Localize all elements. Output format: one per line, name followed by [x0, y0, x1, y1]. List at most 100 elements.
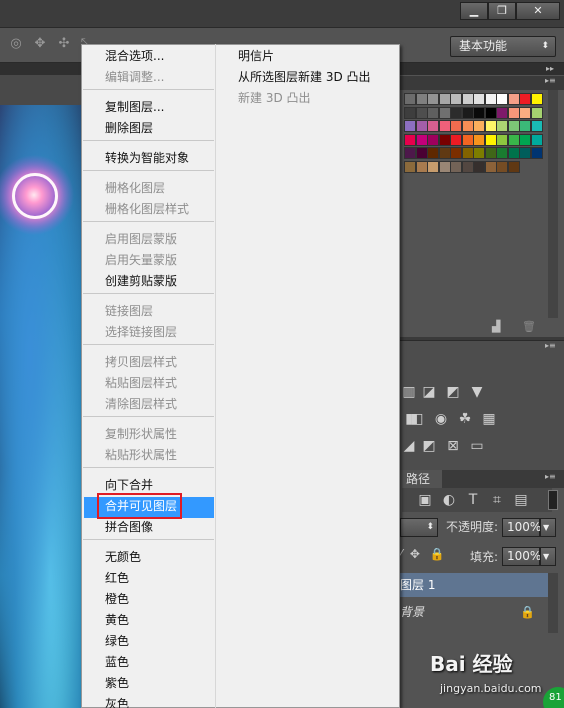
menu-item-3d[interactable]: 新建 3D 凸出 [238, 88, 311, 109]
document-canvas[interactable] [0, 105, 82, 708]
menu-item[interactable]: 创建剪贴蒙版 [105, 271, 213, 292]
color-swatch[interactable] [438, 120, 451, 132]
menu-item[interactable]: 选择链接图层 [105, 322, 213, 343]
color-swatch[interactable] [530, 133, 543, 146]
exposure-icon[interactable]: ◩ [444, 384, 462, 400]
menu-item[interactable]: 绿色 [105, 631, 213, 652]
color-swatch[interactable] [438, 93, 451, 105]
color-swatch[interactable] [473, 147, 485, 159]
new-swatch-icon[interactable]: ▟ [492, 320, 500, 333]
minimize-button[interactable]: ▁ [460, 2, 488, 20]
color-swatch[interactable] [461, 147, 474, 159]
color-swatch[interactable] [415, 147, 428, 159]
pixel-filter-icon[interactable]: ▣ [416, 492, 434, 508]
pan-3d-icon[interactable]: ✥ [32, 36, 48, 52]
menu-item[interactable]: 橙色 [105, 589, 213, 610]
color-swatch[interactable] [461, 120, 474, 132]
lock-position-icon[interactable]: ✥ [410, 547, 420, 561]
color-swatch[interactable] [507, 93, 520, 105]
color-swatch[interactable] [438, 106, 451, 119]
rotate-3d-icon[interactable]: ◎ [8, 36, 24, 52]
workspace-select[interactable]: 基本功能 ⬍ [450, 36, 556, 57]
color-swatch[interactable] [450, 133, 462, 146]
threshold-icon[interactable]: ⊠ [444, 438, 462, 454]
opacity-dropdown[interactable]: ▼ [540, 518, 556, 537]
color-swatch[interactable] [461, 93, 474, 105]
color-swatch[interactable] [415, 106, 428, 119]
color-swatch[interactable] [519, 120, 531, 132]
fill-dropdown[interactable]: ▼ [540, 547, 556, 566]
menu-item[interactable]: 栅格化图层 [105, 178, 213, 199]
color-swatch[interactable] [461, 160, 474, 173]
menu-item[interactable]: 转换为智能对象 [105, 148, 213, 169]
menu-item[interactable]: 栅格化图层样式 [105, 199, 213, 220]
color-lookup-icon[interactable]: ▦ [480, 411, 498, 427]
color-swatch[interactable] [473, 120, 485, 132]
fill-input[interactable]: 100% [502, 547, 541, 566]
menu-item[interactable]: 蓝色 [105, 652, 213, 673]
lock-all-icon[interactable]: 🔒 [430, 547, 445, 561]
panel-menu-icon[interactable]: ▸≡ [545, 341, 556, 350]
menu-item[interactable]: 红色 [105, 568, 213, 589]
smart-object-filter-icon[interactable]: ▤ [512, 492, 530, 508]
color-swatch[interactable] [461, 106, 474, 119]
color-swatch[interactable] [473, 160, 485, 173]
panel-menu-icon[interactable]: ▸≡ [545, 472, 556, 481]
color-swatch[interactable] [507, 106, 520, 119]
menu-item[interactable]: 复制形状属性 [105, 424, 213, 445]
menu-item-3d[interactable]: 明信片 [238, 46, 274, 67]
color-swatch[interactable] [519, 133, 531, 146]
menu-item[interactable]: 紫色 [105, 673, 213, 694]
color-swatch[interactable] [461, 133, 474, 146]
color-swatch[interactable] [496, 147, 508, 159]
color-swatch[interactable] [496, 133, 508, 146]
color-swatch[interactable] [484, 120, 497, 132]
adjustment-filter-icon[interactable]: ◐ [440, 492, 458, 508]
color-swatch[interactable] [496, 93, 508, 105]
color-swatch[interactable] [404, 147, 416, 159]
levels-icon[interactable]: ▥ [400, 384, 418, 400]
color-swatch[interactable] [507, 120, 520, 132]
color-swatch[interactable] [450, 120, 462, 132]
menu-item[interactable]: 粘贴形状属性 [105, 445, 213, 466]
menu-item[interactable]: 删除图层 [105, 118, 213, 139]
color-swatch[interactable] [438, 133, 451, 146]
collapse-icon[interactable]: ▸▸ [546, 64, 554, 73]
color-swatch[interactable] [427, 120, 439, 132]
color-swatch[interactable] [404, 133, 416, 146]
menu-item-3d[interactable]: 从所选图层新建 3D 凸出 [238, 67, 371, 88]
channel-mixer-icon[interactable]: ☘ [456, 411, 474, 427]
color-swatch[interactable] [519, 93, 531, 105]
color-swatch[interactable] [530, 93, 543, 105]
color-swatch[interactable] [438, 147, 451, 159]
menu-item[interactable]: 灰色 [105, 694, 213, 708]
color-swatch[interactable] [415, 133, 428, 146]
menu-item[interactable]: 粘贴图层样式 [105, 373, 213, 394]
color-swatch[interactable] [484, 147, 497, 159]
color-swatch[interactable] [404, 120, 416, 132]
color-swatch[interactable] [530, 106, 543, 119]
shape-filter-icon[interactable]: ⌗ [488, 492, 506, 508]
color-swatch[interactable] [438, 160, 451, 173]
color-swatch[interactable] [496, 120, 508, 132]
color-swatch[interactable] [507, 147, 520, 159]
color-swatch[interactable] [507, 133, 520, 146]
menu-item[interactable]: 启用矢量蒙版 [105, 250, 213, 271]
gradient-triangle-icon[interactable]: ▼ [468, 384, 486, 400]
curves-icon[interactable]: ◪ [420, 384, 438, 400]
color-swatch[interactable] [484, 133, 497, 146]
type-filter-icon[interactable]: T [464, 492, 482, 508]
restore-button[interactable]: ❐ [488, 2, 516, 20]
color-swatch[interactable] [450, 106, 462, 119]
color-swatch[interactable] [427, 106, 439, 119]
color-swatch[interactable] [496, 160, 508, 173]
filter-toggle[interactable] [548, 490, 558, 510]
color-swatch[interactable] [473, 133, 485, 146]
layers-scrollbar[interactable] [548, 573, 558, 633]
color-swatch[interactable] [415, 93, 428, 105]
menu-item[interactable]: 清除图层样式 [105, 394, 213, 415]
color-swatch[interactable] [530, 147, 543, 159]
invert-icon[interactable]: ◢ [400, 438, 418, 454]
color-swatch[interactable] [450, 93, 462, 105]
color-swatch[interactable] [484, 106, 497, 119]
